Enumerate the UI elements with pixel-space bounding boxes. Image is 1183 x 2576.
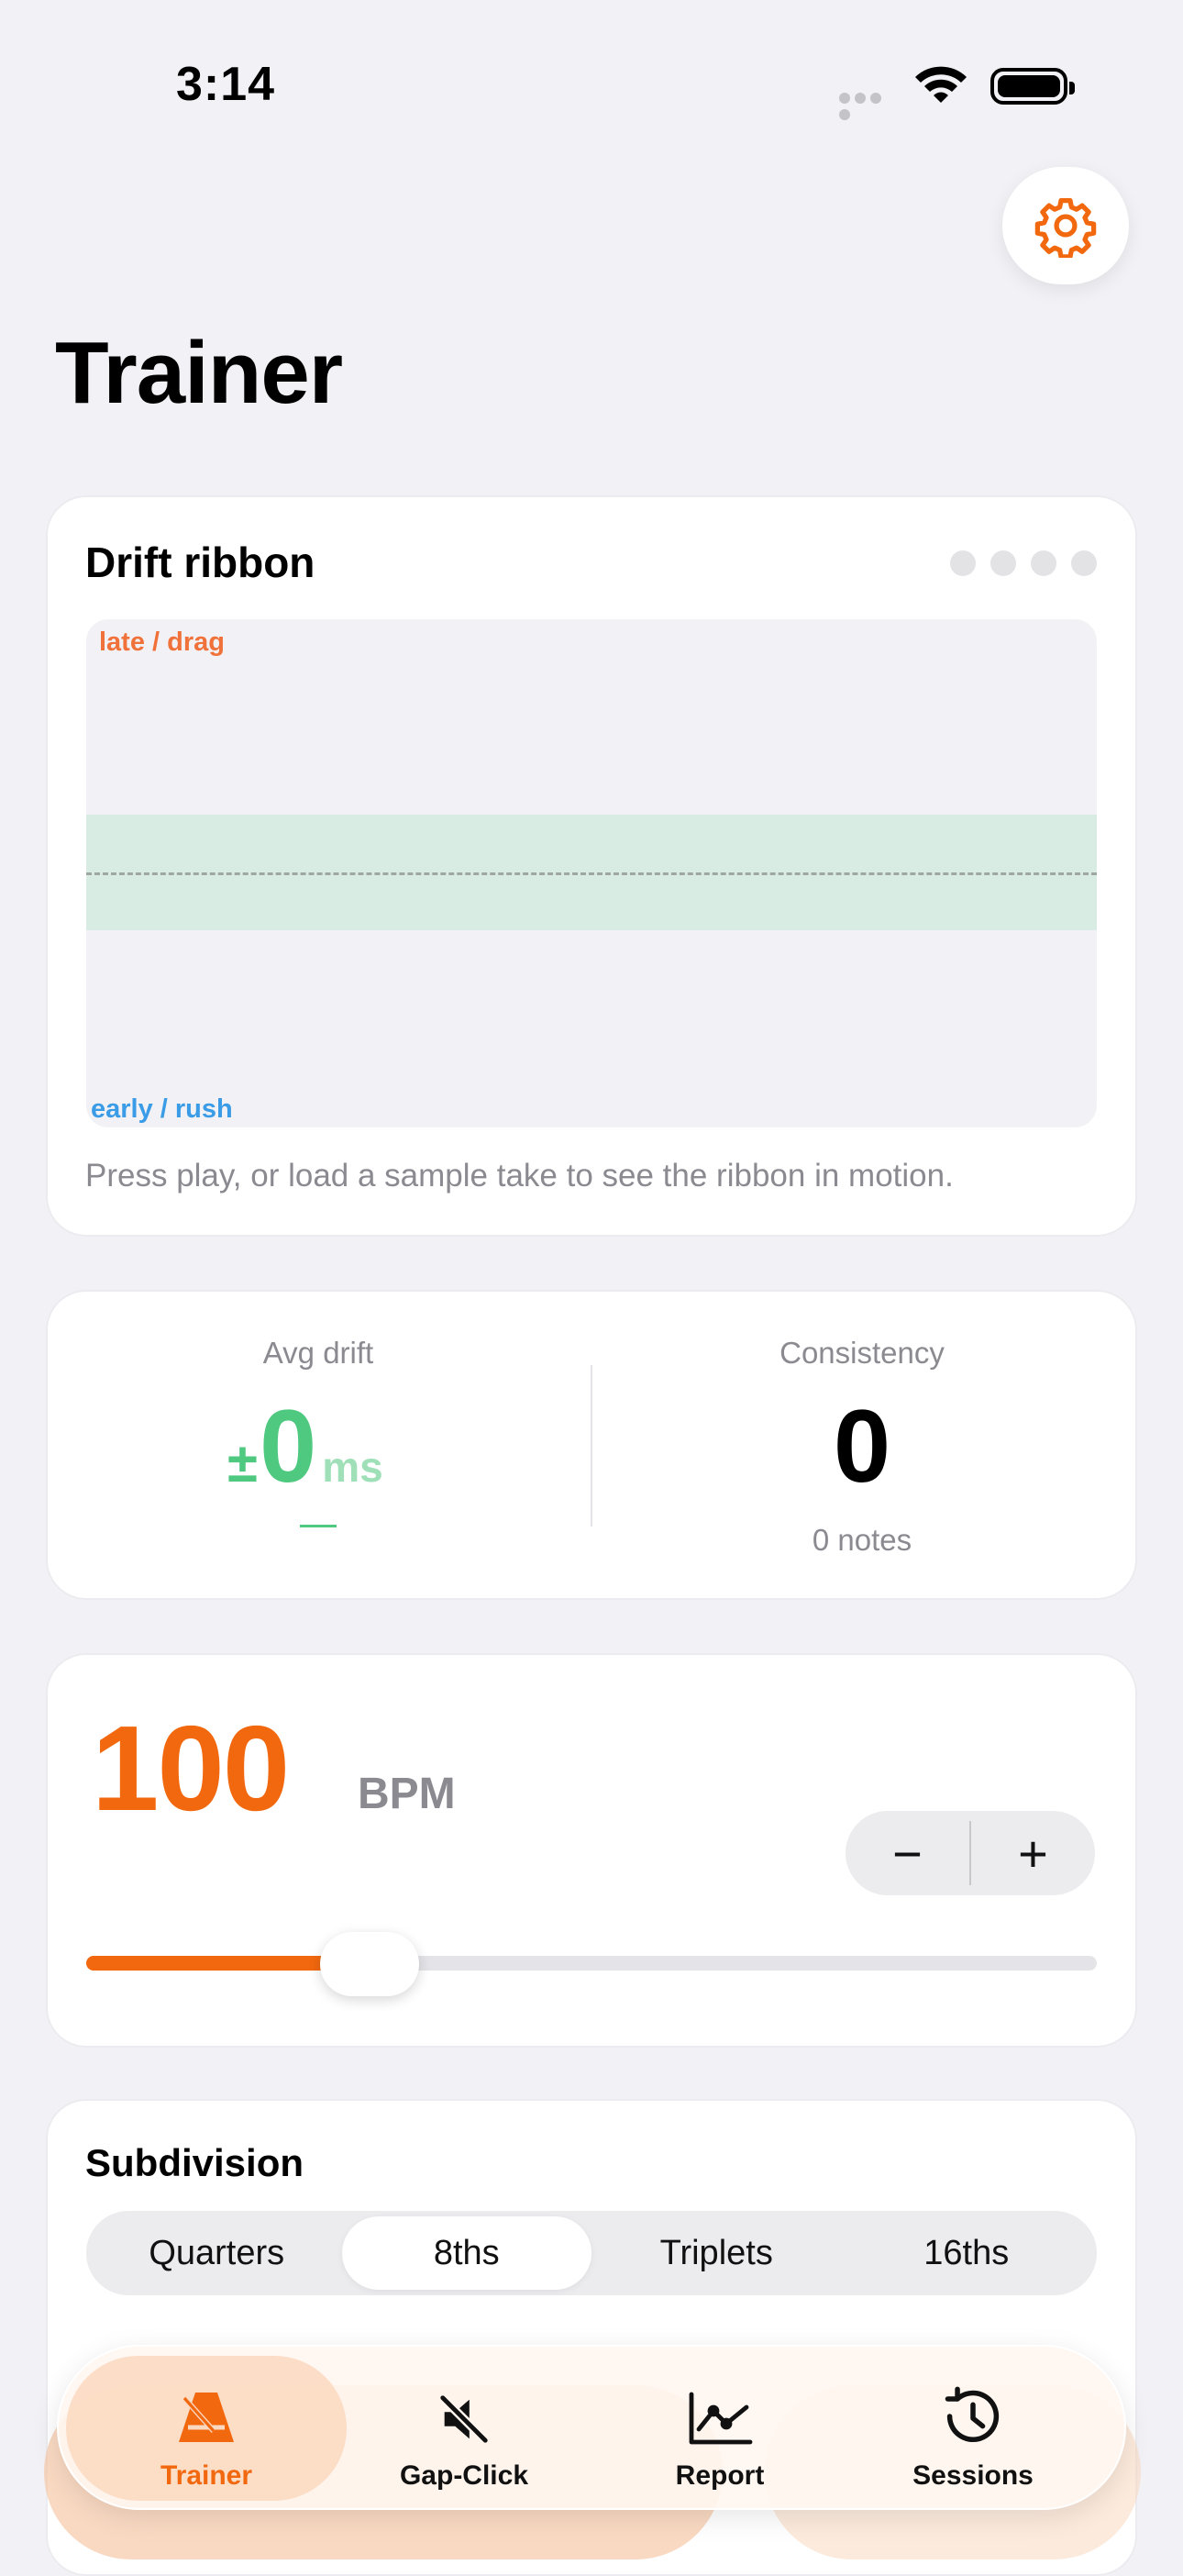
early-label: early / rush <box>91 1094 233 1124</box>
tab-sessions[interactable]: Sessions <box>846 2376 1100 2492</box>
consistency-value: 0 <box>833 1389 891 1504</box>
tab-gap-click[interactable]: Gap-Click <box>337 2376 591 2492</box>
cellular-signal-icon <box>839 92 898 120</box>
subdivision-title: Subdivision <box>85 2141 304 2184</box>
status-time: 3:14 <box>176 58 276 111</box>
decrement-button[interactable]: − <box>846 1811 969 1895</box>
notes-count: 0 notes <box>812 1523 912 1557</box>
consistency-label: Consistency <box>779 1336 945 1370</box>
avg-drift-value: ± 0 ms <box>227 1387 383 1505</box>
tab-trainer-label: Trainer <box>160 2460 253 2491</box>
wifi-icon <box>913 64 968 109</box>
avg-drift-prefix: ± <box>227 1432 258 1493</box>
avg-drift-label: Avg drift <box>262 1336 374 1370</box>
page-dots <box>950 550 1111 581</box>
avg-drift-number: 0 <box>259 1389 317 1504</box>
tab-trainer[interactable]: Trainer <box>80 2376 333 2492</box>
tab-report-label: Report <box>675 2460 765 2491</box>
bpm-value: 100 <box>92 1701 290 1836</box>
line-chart-icon <box>689 2392 753 2445</box>
speaker-mute-icon <box>439 2394 489 2444</box>
bpm-slider-thumb[interactable] <box>319 1932 419 1996</box>
page-title: Trainer <box>55 324 343 422</box>
stats-divider <box>591 1365 592 1527</box>
bpm-stepper: − + <box>846 1811 1095 1895</box>
subdivision-option-8ths[interactable]: 8ths <box>341 2216 592 2290</box>
tab-sessions-label: Sessions <box>912 2460 1034 2491</box>
subdivision-option-triplets[interactable]: Triplets <box>592 2216 842 2290</box>
gear-icon <box>1034 197 1097 258</box>
zero-line <box>86 872 1097 875</box>
avg-drift-dash <box>300 1525 337 1527</box>
battery-icon <box>990 68 1075 105</box>
subdivision-option-quarters[interactable]: Quarters <box>92 2216 342 2290</box>
bpm-unit: BPM <box>358 1770 456 1818</box>
drift-ribbon-title: Drift ribbon <box>85 539 315 586</box>
settings-button[interactable] <box>1002 167 1129 284</box>
metronome-icon <box>179 2393 234 2442</box>
tab-gap-click-label: Gap-Click <box>399 2460 529 2491</box>
subdivision-option-16ths[interactable]: 16ths <box>842 2216 1092 2290</box>
avg-drift-unit: ms <box>322 1443 383 1491</box>
late-label: late / drag <box>99 627 225 657</box>
ribbon-hint: Press play, or load a sample take to see… <box>85 1158 954 1194</box>
tab-report[interactable]: Report <box>593 2376 846 2492</box>
history-clock-icon <box>945 2386 1000 2442</box>
increment-button[interactable]: + <box>971 1811 1095 1895</box>
subdivision-segmented-control: Quarters 8ths Triplets 16ths <box>86 2211 1097 2295</box>
